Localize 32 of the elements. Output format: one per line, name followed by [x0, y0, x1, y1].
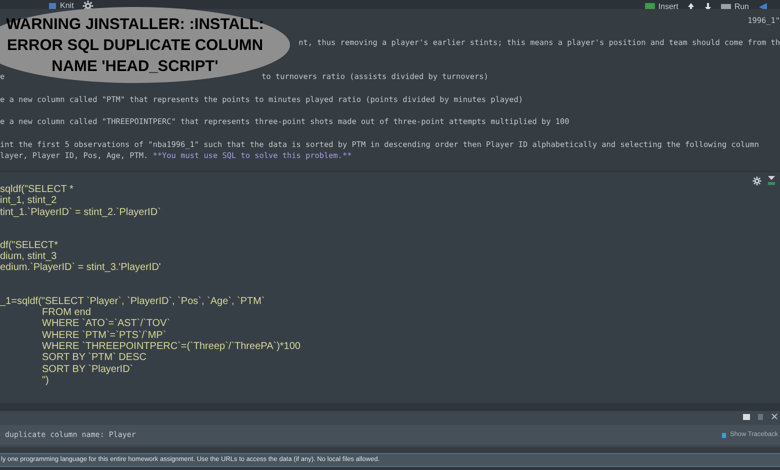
run-button[interactable]: Run — [721, 2, 749, 9]
run-icon — [721, 2, 732, 9]
banner-text: NAME 'HEAD_SCRIPT' — [52, 56, 218, 76]
settings-icon[interactable] — [752, 176, 762, 186]
code-line: ") — [41, 374, 50, 386]
code-line: edium.`PlayerID` = stint_3.'PlayerID' — [0, 262, 162, 274]
code-line: SORT BY `PTM` DESC — [41, 352, 148, 364]
triangle-arrow-icon[interactable] — [758, 2, 768, 9]
insert-button[interactable]: Insert — [645, 2, 678, 9]
code-line: WHERE `ATO`=`AST`/`TOV` — [41, 318, 172, 330]
code-line: SORT BY `PlayerID` — [41, 364, 134, 375]
code-line: df("SELECT* — [0, 240, 60, 252]
code-line: FROM end — [41, 307, 92, 318]
minimize-icon[interactable] — [743, 414, 750, 420]
code-line: WHERE `PTM`=`PTS`/`MP` — [41, 330, 168, 341]
banner-text: ERROR SQL DUPLICATE COLUMN — [6, 36, 264, 56]
traceback-icon — [722, 432, 726, 438]
close-icon[interactable] — [771, 413, 778, 420]
code-line: _1=sqldf("SELECT `Player`, `PlayerID`, `Pos`, `Age`, `PTM` — [0, 296, 266, 308]
settings-button[interactable] — [82, 0, 94, 9]
code-line: sqldf("SELECT * — [0, 184, 74, 196]
banner-text: WARNING JINSTALLER: :INSTALL: — [6, 14, 264, 34]
code-line: tint_1.`PlayerID` = stint_2.`PlayerID` — [0, 206, 162, 218]
code-line: int_1, stint_2 — [0, 195, 58, 207]
document-icon — [48, 2, 57, 9]
knit-button[interactable]: Knit — [48, 2, 74, 9]
code-line: WHERE `THREEPOINTPERC`=(`Threep`/`ThreePA`)*100 — [41, 340, 302, 352]
insert-chunk-icon — [645, 2, 656, 9]
run-chunk-icon[interactable] — [767, 175, 776, 186]
up-arrow-icon[interactable] — [687, 2, 696, 9]
code-line: dium, stint_3 — [0, 251, 58, 262]
down-arrow-icon[interactable] — [704, 2, 712, 9]
